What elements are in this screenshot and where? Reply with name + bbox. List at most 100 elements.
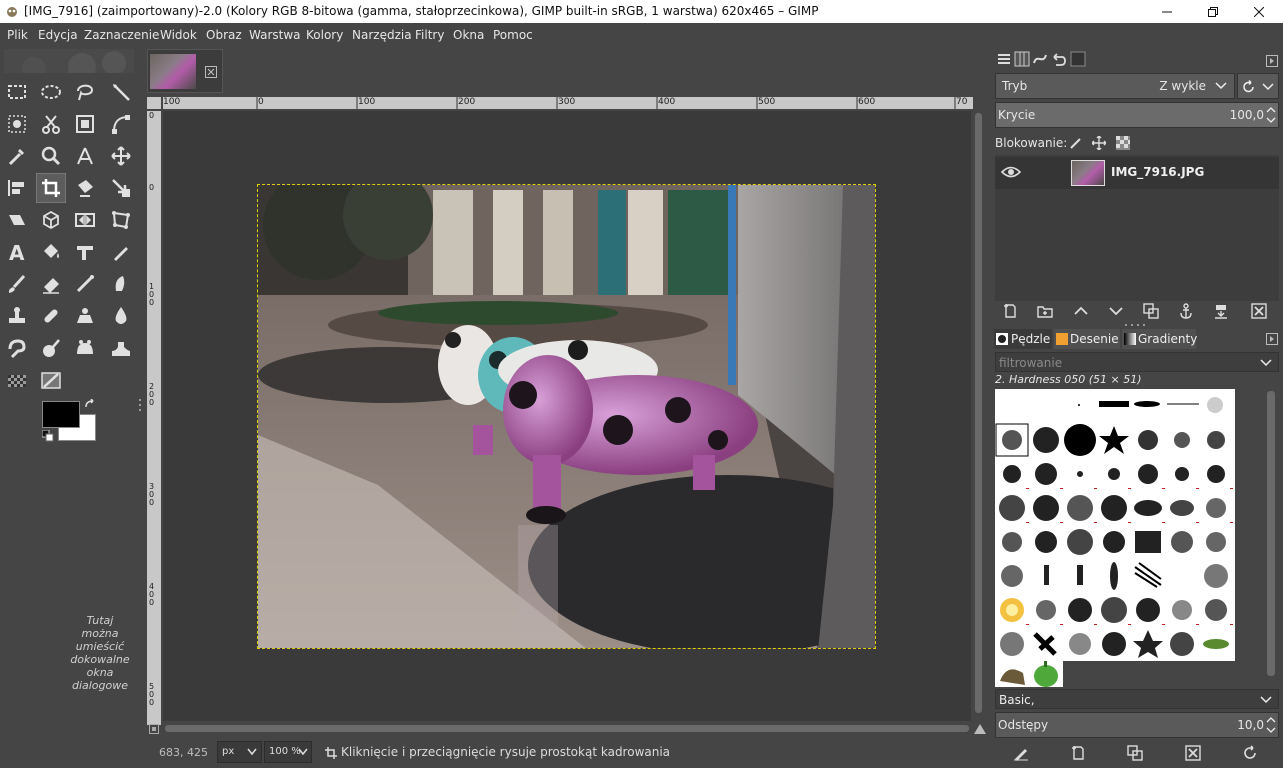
vertical-scroll-thumb[interactable] [975,113,982,713]
spacing-slider[interactable]: Odstępy 10,0 [995,712,1279,738]
undo-history-tab-icon[interactable] [1050,51,1066,67]
layer-name[interactable]: IMG_7916.JPG [1111,165,1204,179]
zoom-select[interactable]: 100 % [264,741,312,763]
shear-tool[interactable] [2,205,32,235]
menu-widok[interactable]: Widok [160,28,197,42]
menu-pomoc[interactable]: Pomoc [493,28,533,42]
duplicate-layer-button[interactable] [1139,299,1163,323]
raise-layer-button[interactable] [1069,299,1093,323]
text-tool[interactable]: A [2,237,32,267]
lower-layer-button[interactable] [1104,299,1128,323]
paths-tool[interactable] [106,109,136,139]
fuzzy-select-tool[interactable] [106,77,136,107]
3d-transform-tool[interactable] [36,205,66,235]
by-color-select-tool[interactable] [70,109,100,139]
pattern-tool[interactable] [2,365,32,395]
quick-mask-tool[interactable] [36,365,66,395]
default-colors-icon[interactable] [42,430,56,442]
refresh-brushes-button[interactable] [1238,741,1262,765]
cage-transform-tool[interactable] [106,205,136,235]
spin-arrows-icon[interactable] [1266,716,1276,734]
restore-button[interactable] [1190,0,1236,23]
menu-edycja[interactable]: Edycja [38,28,78,42]
heal-tool[interactable] [36,301,66,331]
gradient-tool[interactable] [70,237,100,267]
minimize-button[interactable] [1144,0,1190,23]
zoom-tool[interactable] [36,141,66,171]
crop-tool[interactable] [36,173,66,203]
dodge-burn-tool[interactable] [36,333,66,363]
measure-tool[interactable] [70,141,100,171]
eye-icon[interactable] [1001,165,1021,179]
spin-arrows-icon[interactable] [1266,106,1276,124]
lock-position-icon[interactable] [1092,136,1106,150]
clone-tool[interactable] [2,301,32,331]
pencil-tool[interactable] [106,237,136,267]
close-tab-icon[interactable] [205,66,217,78]
quick-mask-toggle-icon[interactable] [149,724,159,734]
delete-brush-button[interactable] [1181,741,1205,765]
brush-filter-input[interactable]: filtrowanie [995,352,1279,372]
image-tab[interactable] [147,49,223,93]
swap-colors-icon[interactable] [84,399,98,411]
new-layer-group-button[interactable] [1033,299,1057,323]
ruler-corner[interactable] [147,97,161,109]
unified-transform-tool[interactable] [70,173,100,203]
gegl-operation-tool[interactable] [106,333,136,363]
vertical-scrollbar[interactable] [972,111,985,723]
menu-plik[interactable]: Plik [7,28,28,42]
new-layer-button[interactable] [998,299,1022,323]
new-brush-button[interactable] [1066,741,1090,765]
brush-scrollbar[interactable] [1265,389,1277,687]
bucket-fill-tool[interactable] [36,237,66,267]
eraser-tool[interactable] [36,269,66,299]
edit-brush-button[interactable] [1009,741,1033,765]
menu-okna[interactable]: Okna [453,28,484,42]
configure-tab-icon[interactable] [1266,333,1278,345]
menu-zaznaczenie[interactable]: Zaznaczenie [84,28,159,42]
brush-preset-select[interactable]: Basic, [995,689,1279,709]
duplicate-brush-button[interactable] [1123,741,1147,765]
anchor-layer-button[interactable] [1174,299,1198,323]
menu-filtry[interactable]: Filtry [415,28,444,42]
paintbrush-tool[interactable] [2,269,32,299]
ellipse-select-tool[interactable] [36,77,66,107]
menu-obraz[interactable]: Obraz [206,28,242,42]
close-button[interactable] [1236,0,1282,23]
unit-select[interactable]: px [217,741,262,763]
layer-row[interactable]: IMG_7916.JPG [995,157,1279,189]
pane-grip-icon[interactable] [1125,323,1147,327]
channels-tab-icon[interactable] [1014,51,1030,67]
blur-tool[interactable] [106,301,136,331]
delete-layer-button[interactable] [1247,299,1271,323]
paths-tab-icon[interactable] [1032,51,1048,67]
foreground-select-tool[interactable] [2,109,32,139]
images-tab-icon[interactable] [1070,51,1086,67]
warp-transform-tool[interactable] [70,205,100,235]
tab-pedzle[interactable]: Pędzle [994,329,1052,349]
move-tool[interactable] [106,141,136,171]
rect-select-tool[interactable] [2,77,32,107]
menu-kolory[interactable]: Kolory [306,28,343,42]
scale-tool[interactable] [106,173,136,203]
tab-desenie[interactable]: Desenie [1054,329,1120,349]
lock-alpha-icon[interactable] [1116,136,1130,150]
mypaint-brush-tool[interactable] [70,333,100,363]
scissors-select-tool[interactable] [36,109,66,139]
pane-grip-icon[interactable] [138,399,142,411]
layers-tab-icon[interactable] [996,51,1012,67]
smudge-tool[interactable] [2,333,32,363]
configure-tab-icon[interactable] [1266,55,1278,67]
ink-tool[interactable] [106,269,136,299]
layers-list[interactable]: IMG_7916.JPG [995,155,1279,301]
airbrush-tool[interactable] [70,269,100,299]
tab-gradienty[interactable]: Gradienty [1122,329,1197,349]
merge-layer-button[interactable] [1209,299,1233,323]
free-select-tool[interactable] [70,77,100,107]
layer-mode-select[interactable]: Tryb Z wykle [995,73,1235,99]
layer-mode-reset[interactable] [1237,73,1279,99]
navigate-icon[interactable] [974,724,986,734]
horizontal-scrollbar[interactable] [163,722,973,735]
menu-warstwa[interactable]: Warstwa [249,28,301,42]
horizontal-scroll-thumb[interactable] [165,725,969,732]
